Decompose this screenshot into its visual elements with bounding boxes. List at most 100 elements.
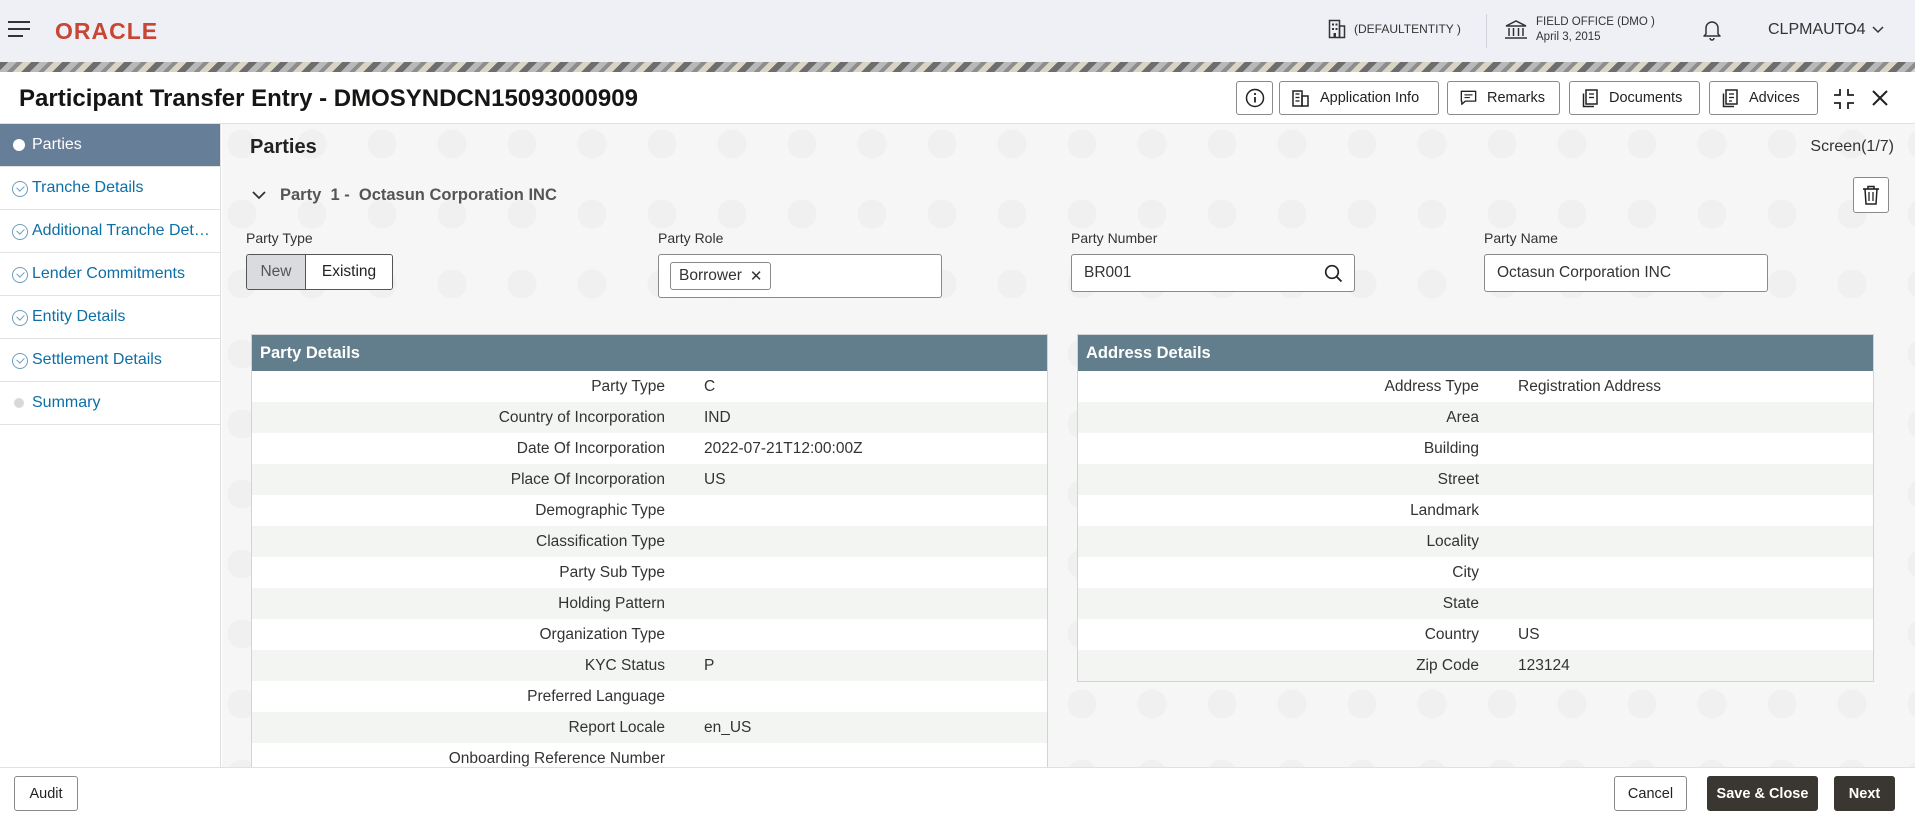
nav-label: Additional Tranche Det… [32, 222, 210, 239]
party-name-input[interactable]: Octasun Corporation INC [1484, 254, 1768, 292]
nav-item-lender-commitments[interactable]: Lender Commitments [0, 253, 220, 296]
train-navigation: Parties Tranche Details Additional Tranc… [0, 124, 221, 767]
detail-key: Building [1423, 439, 1479, 457]
address-details-title: Address Details [1078, 335, 1873, 371]
party-number-input[interactable]: BR001 [1071, 254, 1355, 292]
trash-icon [1863, 185, 1879, 205]
detail-value: C [704, 377, 716, 395]
nav-item-summary[interactable]: Summary [0, 382, 220, 425]
title-bar: Participant Transfer Entry - DMOSYNDCN15… [0, 72, 1915, 124]
info-icon [1245, 88, 1264, 108]
party-name-label: Party Name [1484, 230, 1558, 246]
nav-item-additional-tranche-details[interactable]: Additional Tranche Det… [0, 210, 220, 253]
detail-key: Area [1446, 408, 1479, 426]
detail-row: Classification Type [252, 526, 1047, 557]
bank-icon [1505, 20, 1527, 39]
detail-key: Onboarding Reference Number [448, 749, 665, 767]
party-details-title: Party Details [252, 335, 1047, 371]
detail-value: US [704, 470, 726, 488]
entity-selector[interactable]: (DEFAULTENTITY ) [1328, 19, 1461, 39]
advices-button[interactable]: Advices [1709, 81, 1818, 115]
detail-key: Locality [1426, 532, 1479, 550]
chip-label: Borrower [679, 267, 742, 284]
detail-row: Date Of Incorporation 2022-07-21T12:00:00… [252, 433, 1047, 464]
advices-icon [1722, 88, 1738, 107]
detail-key: Street [1437, 470, 1479, 488]
office-name: FIELD OFFICE (DMO ) [1536, 16, 1655, 28]
nav-label: Entity Details [32, 308, 126, 325]
user-name: CLPMAUTO4 [1768, 21, 1866, 38]
nav-item-tranche-details[interactable]: Tranche Details [0, 167, 220, 210]
nav-item-parties[interactable]: Parties [0, 124, 220, 167]
detail-key: City [1452, 563, 1479, 581]
detail-key: State [1442, 594, 1479, 612]
party-type-toggle: New Existing [246, 254, 393, 290]
party-type-new-option[interactable]: New [247, 255, 306, 289]
party-title: Party 1 - Octasun Corporation INC [280, 186, 557, 204]
nav-label: Summary [32, 394, 101, 411]
detail-row: KYC Status P [252, 650, 1047, 681]
party-type-existing-option[interactable]: Existing [306, 255, 392, 289]
nav-item-entity-details[interactable]: Entity Details [0, 296, 220, 339]
info-button[interactable] [1236, 81, 1273, 115]
next-button[interactable]: Next [1834, 776, 1895, 811]
detail-key: Zip Code [1416, 656, 1479, 674]
delete-party-button[interactable] [1853, 177, 1889, 213]
party-number-value: BR001 [1084, 264, 1132, 281]
check-circle-icon [12, 224, 28, 240]
application-info-button[interactable]: Application Info [1279, 81, 1439, 115]
remarks-button[interactable]: Remarks [1447, 81, 1560, 115]
collapse-icon[interactable] [1833, 88, 1855, 115]
detail-value: 2022-07-21T12:00:00Z [704, 439, 863, 457]
party-accordion-header[interactable]: Party 1 - Octasun Corporation INC [252, 186, 557, 205]
detail-key: Demographic Type [535, 501, 665, 519]
detail-value: 123124 [1518, 656, 1570, 674]
documents-button[interactable]: Documents [1569, 81, 1700, 115]
detail-row: Area [1078, 402, 1873, 433]
detail-key: Address Type [1384, 377, 1480, 395]
detail-row: Holding Pattern [252, 588, 1047, 619]
detail-key: Party Sub Type [559, 563, 665, 581]
detail-row: Organization Type [252, 619, 1047, 650]
detail-value: IND [704, 408, 731, 426]
remove-chip-icon[interactable]: ✕ [750, 267, 763, 285]
detail-key: Landmark [1410, 501, 1479, 519]
detail-row: Report Locale en_US [252, 712, 1047, 743]
detail-key: Place Of Incorporation [510, 470, 665, 488]
save-close-button[interactable]: Save & Close [1707, 776, 1818, 811]
audit-button[interactable]: Audit [14, 776, 78, 811]
office-selector[interactable]: FIELD OFFICE (DMO ) April 3, 2015 [1504, 15, 1655, 45]
detail-key: Party Type [591, 377, 665, 395]
documents-icon [1582, 88, 1598, 107]
menu-icon[interactable] [8, 21, 30, 39]
notification-bell-icon[interactable] [1703, 19, 1721, 46]
detail-key: Organization Type [539, 625, 665, 643]
remarks-label: Remarks [1486, 90, 1545, 106]
detail-row: Preferred Language [252, 681, 1047, 712]
decorative-banner [0, 62, 1915, 72]
party-role-chip: Borrower ✕ [670, 262, 772, 290]
detail-row: Zip Code 123124 [1078, 650, 1873, 681]
pending-step-dot [14, 398, 24, 408]
detail-value: Registration Address [1518, 377, 1662, 395]
detail-row: Landmark [1078, 495, 1873, 526]
current-step-dot [13, 139, 25, 151]
check-circle-icon [12, 267, 28, 283]
party-role-label: Party Role [658, 230, 724, 246]
close-icon[interactable] [1871, 89, 1889, 112]
check-circle-icon [12, 181, 28, 197]
party-type-label: Party Type [246, 230, 313, 246]
building-icon [1328, 19, 1346, 39]
detail-row: Demographic Type [252, 495, 1047, 526]
party-role-input[interactable]: Borrower ✕ [658, 254, 942, 298]
nav-label: Settlement Details [32, 351, 162, 368]
cancel-button[interactable]: Cancel [1614, 776, 1687, 811]
search-icon[interactable] [1324, 264, 1343, 283]
nav-item-settlement-details[interactable]: Settlement Details [0, 339, 220, 382]
party-details-panel: Party Details Party Type C Country of Inco… [251, 334, 1048, 767]
detail-value: en_US [704, 718, 752, 736]
detail-key: Date Of Incorporation [516, 439, 665, 457]
user-menu[interactable]: CLPMAUTO4 [1768, 21, 1884, 39]
party-details-rows: Party Type C Country of Incorporation IND Da… [252, 371, 1047, 767]
main-content: Parties Screen(1/7) Party 1 - Octasun Co… [222, 124, 1915, 767]
